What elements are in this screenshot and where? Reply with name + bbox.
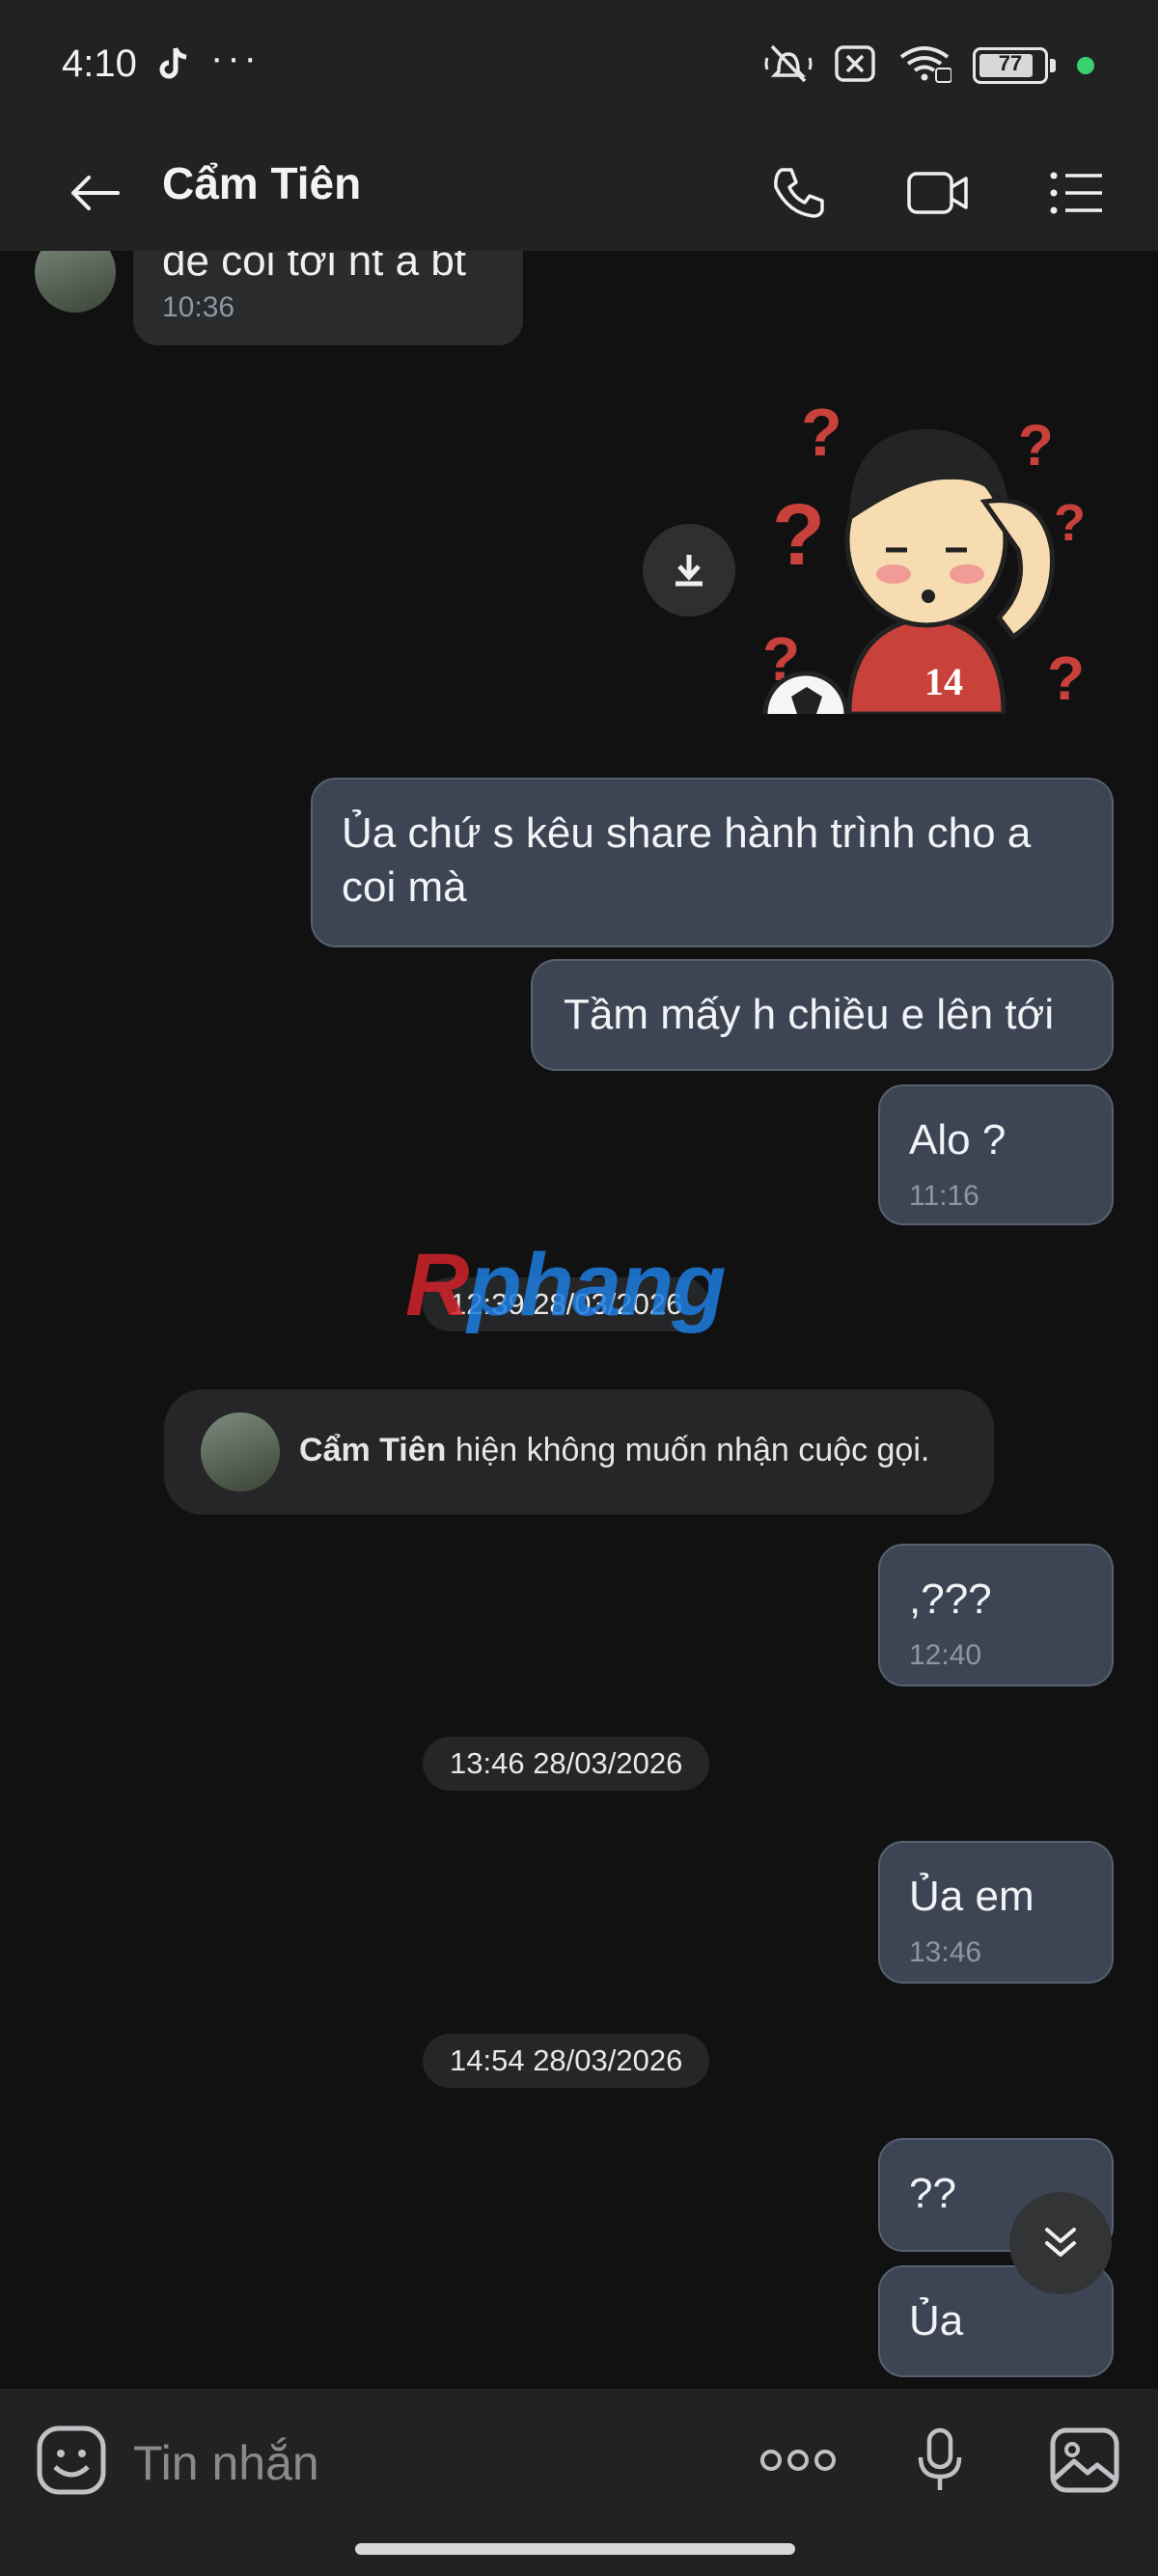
- video-call-button[interactable]: [897, 152, 979, 233]
- outgoing-message[interactable]: Ủa chứ s kêu share hành trình cho a coi …: [311, 778, 1114, 947]
- jersey-number: 14: [924, 660, 963, 703]
- incoming-message[interactable]: đê coi tới nt a bt 10:36: [133, 251, 523, 345]
- message-text: Ủa em: [909, 1873, 1034, 1920]
- outgoing-message[interactable]: ,??? 12:40: [878, 1544, 1114, 1686]
- menu-icon: [1050, 172, 1102, 214]
- online-dot: [1077, 57, 1094, 74]
- date-separator: 14:54 28/03/2026: [423, 2034, 710, 2088]
- outgoing-message[interactable]: Alo ? 11:16: [878, 1084, 1114, 1225]
- message-text: ,???: [909, 1576, 992, 1623]
- no-sim-icon: [834, 44, 876, 88]
- battery-percent: 77: [998, 51, 1023, 75]
- mute-vibrate-icon: [764, 42, 813, 90]
- status-icons: 77: [764, 42, 1094, 89]
- status-more-dots: ···: [210, 37, 261, 79]
- emoji-icon: [37, 2425, 106, 2495]
- voice-button[interactable]: [899, 2420, 980, 2501]
- date-separator: 13:46 28/03/2026: [423, 1737, 710, 1791]
- contact-avatar[interactable]: [201, 1412, 280, 1492]
- notice-contact-name: Cẩm Tiên: [299, 1432, 447, 1468]
- call-button[interactable]: [758, 152, 840, 233]
- message-time: 10:36: [162, 291, 235, 323]
- message-input[interactable]: Tin nhắn: [133, 2435, 319, 2491]
- chat-options-button[interactable]: [1036, 152, 1117, 233]
- download-sticker-button[interactable]: [643, 524, 735, 617]
- emoji-button[interactable]: [31, 2420, 112, 2501]
- status-time: 4:10: [62, 42, 137, 85]
- mic-icon: [918, 2427, 962, 2490]
- contact-avatar[interactable]: [35, 251, 116, 313]
- more-icon: [760, 2450, 836, 2471]
- scroll-to-bottom-button[interactable]: [1009, 2192, 1112, 2294]
- image-icon: [1050, 2427, 1119, 2493]
- contact-name[interactable]: Cẩm Tiên: [162, 157, 361, 209]
- outgoing-message[interactable]: Tầm mấy h chiều e lên tới: [531, 959, 1114, 1071]
- svg-text:?: ?: [801, 396, 842, 470]
- notice-message: hiện không muốn nhận cuộc gọi.: [446, 1432, 930, 1468]
- notice-text: Cẩm Tiên hiện không muốn nhận cuộc gọi.: [299, 1432, 929, 1469]
- message-time: 11:16: [909, 1180, 979, 1212]
- home-indicator[interactable]: [355, 2543, 795, 2555]
- watermark-rest: phang: [467, 1236, 726, 1334]
- outgoing-message[interactable]: Ủa em 13:46: [878, 1841, 1114, 1984]
- back-button[interactable]: [56, 154, 133, 232]
- gallery-button[interactable]: [1044, 2420, 1125, 2501]
- message-text: Ủa chứ s kêu share hành trình cho a coi …: [342, 809, 1032, 911]
- watermark-logo: Rphang: [405, 1235, 726, 1336]
- message-time: 12:40: [909, 1639, 982, 1671]
- wifi-icon: [897, 43, 952, 89]
- svg-text:?: ?: [772, 487, 825, 584]
- message-time: 13:46: [909, 1936, 982, 1968]
- message-text: Alo ?: [909, 1116, 1006, 1164]
- call-declined-notice: Cẩm Tiên hiện không muốn nhận cuộc gọi.: [164, 1389, 994, 1515]
- video-icon: [907, 172, 968, 214]
- battery-icon: 77: [973, 47, 1056, 84]
- svg-text:?: ?: [1054, 494, 1086, 552]
- watermark-first: R: [405, 1236, 469, 1334]
- message-text: Tầm mấy h chiều e lên tới: [564, 991, 1055, 1038]
- message-text: đê coi tới nt a bt: [162, 251, 467, 285]
- more-button[interactable]: [755, 2420, 841, 2501]
- tiktok-icon: [154, 44, 193, 88]
- download-icon: [676, 555, 703, 587]
- svg-text:?: ?: [1047, 644, 1085, 713]
- message-text: Ủa: [909, 2297, 964, 2344]
- back-arrow-icon: [71, 176, 120, 210]
- svg-text:?: ?: [1018, 413, 1054, 478]
- double-chevron-down-icon: [1045, 2228, 1076, 2257]
- phone-icon: [774, 168, 824, 218]
